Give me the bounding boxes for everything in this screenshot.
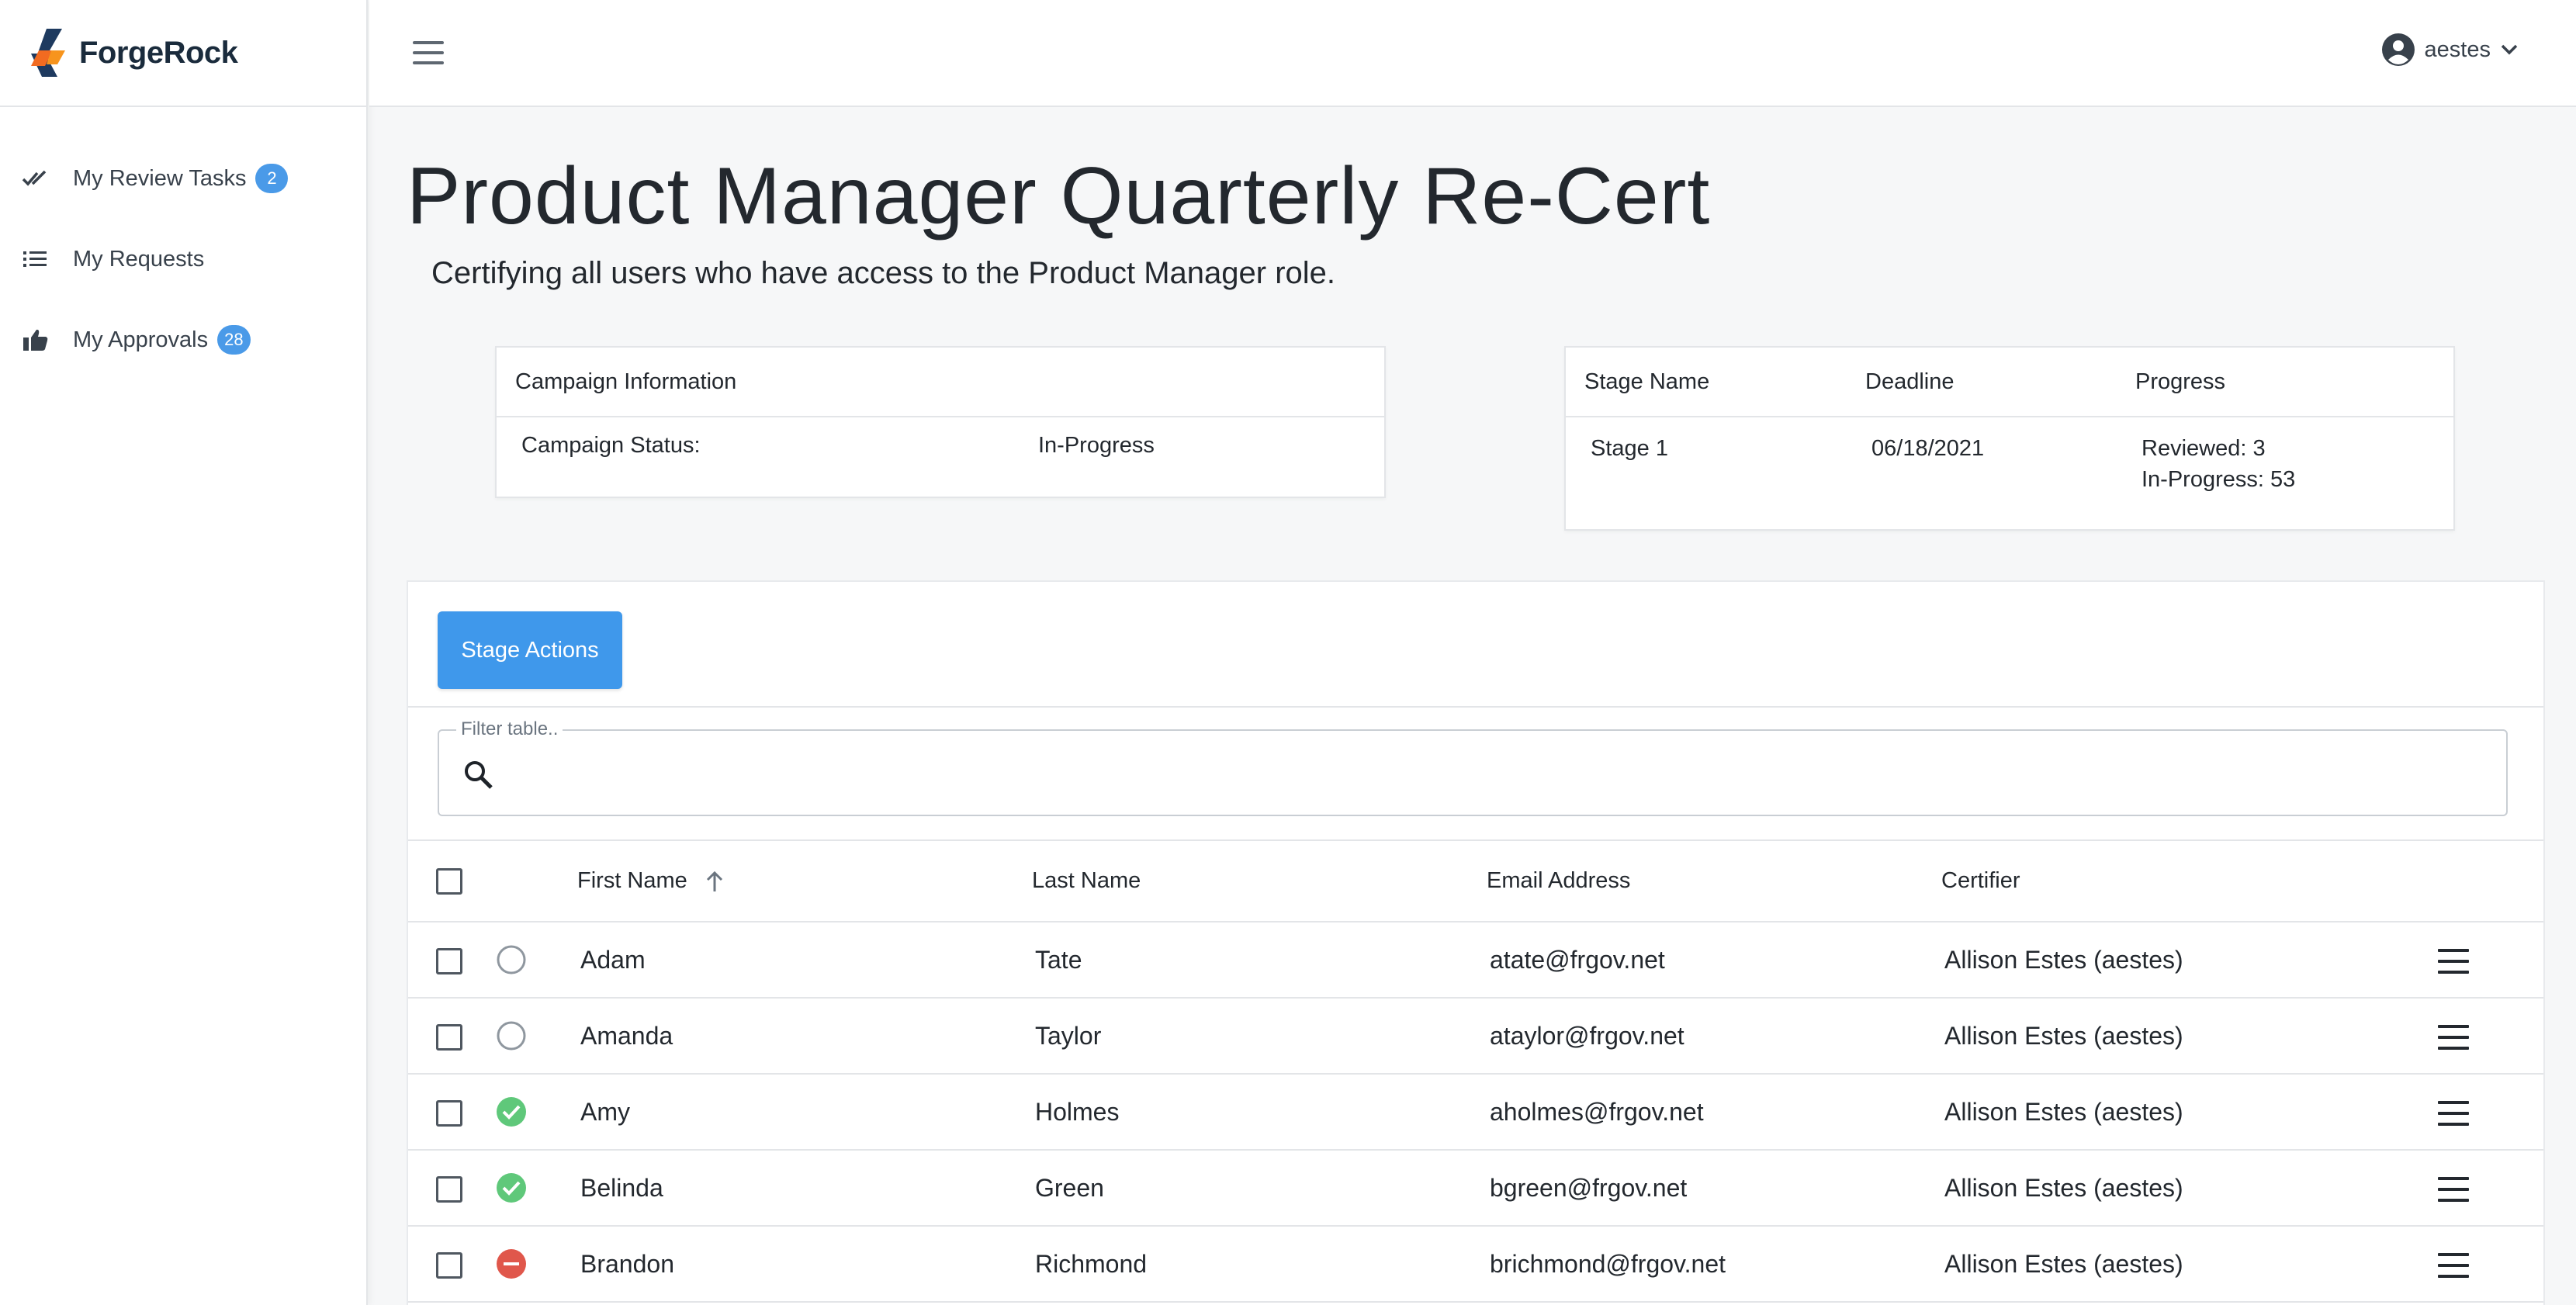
select-all-checkbox[interactable] [436, 867, 462, 895]
table-row[interactable]: Adam Tate atate@frgov.net Allison Estes … [408, 922, 2543, 999]
in-progress-count: In-Progress: 53 [2141, 467, 2296, 492]
certification-table: First Name Last Name Email Address Certi… [408, 841, 2543, 1303]
email-cell: ataylor@frgov.net [1487, 998, 1941, 1075]
last-name-cell: Holmes [1032, 1074, 1487, 1151]
stage-info-card: Stage Name Deadline Progress Stage 1 06/… [1564, 346, 2455, 531]
hamburger-menu-icon[interactable] [411, 39, 445, 67]
certifier-cell: Allison Estes (aestes) [1941, 1226, 2438, 1303]
brand[interactable]: ForgeRock [0, 0, 366, 107]
first-name-cell: Brandon [577, 1226, 1032, 1303]
sidebar-item-my-requests[interactable]: My Requests [0, 219, 366, 299]
main-content: Product Manager Quarterly Re-Cert Certif… [369, 109, 2576, 1305]
campaign-info-card: Campaign Information Campaign Status: In… [495, 346, 1386, 498]
reviewed-count: Reviewed: 3 [2141, 436, 2266, 461]
campaign-status-label: Campaign Status: [521, 433, 701, 458]
stage-name-value: Stage 1 [1591, 436, 1668, 461]
campaign-info-heading: Campaign Information [497, 348, 1384, 417]
actions-column-header [2438, 841, 2543, 922]
first-name-cell: Belinda [577, 1150, 1032, 1227]
row-actions-menu-icon[interactable] [2438, 1025, 2469, 1051]
user-menu[interactable]: aestes [2381, 33, 2520, 67]
certifier-cell: Allison Estes (aestes) [1941, 1074, 2438, 1151]
sidebar-item-my-approvals[interactable]: My Approvals 28 [0, 299, 366, 380]
row-actions-menu-icon[interactable] [2438, 1101, 2469, 1127]
sidebar-item-label: My Requests [73, 246, 205, 272]
sidebar-item-label: My Review Tasks [73, 165, 247, 191]
revoked-minus-icon [497, 1249, 526, 1279]
first-name-cell: Amanda [577, 998, 1032, 1075]
sidebar-nav: My Review Tasks 2 My Requests My Approva… [0, 107, 366, 380]
certifier-cell: Allison Estes (aestes) [1941, 1150, 2438, 1227]
filter-input[interactable] [509, 746, 2480, 801]
last-name-cell: Richmond [1032, 1226, 1487, 1303]
certifier-cell: Allison Estes (aestes) [1941, 922, 2438, 999]
list-icon [20, 244, 51, 275]
first-name-column-header[interactable]: First Name [577, 841, 1032, 922]
sidebar: ForgeRock My Review Tasks 2 My Requests … [0, 0, 368, 1305]
filter-label: Filter table.. [456, 718, 563, 740]
progress-header: Progress [2135, 369, 2226, 394]
email-cell: bgreen@frgov.net [1487, 1150, 1941, 1227]
first-name-cell: Adam [577, 922, 1032, 999]
row-checkbox[interactable] [436, 1251, 462, 1279]
table-row[interactable]: Brandon Richmond brichmond@frgov.net All… [408, 1226, 2543, 1303]
certifier-cell: Allison Estes (aestes) [1941, 998, 2438, 1075]
filter-area: Filter table.. [408, 708, 2543, 841]
page-title: Product Manager Quarterly Re-Cert [407, 151, 1711, 241]
username-label: aestes [2424, 36, 2491, 62]
pending-circle-icon [497, 1021, 526, 1051]
row-actions-menu-icon[interactable] [2438, 1253, 2469, 1279]
last-name-cell: Taylor [1032, 998, 1487, 1075]
stage-name-header: Stage Name [1584, 369, 1710, 394]
approvals-count-badge: 28 [217, 325, 251, 355]
last-name-cell: Green [1032, 1150, 1487, 1227]
brand-name: ForgeRock [79, 35, 238, 70]
certified-check-icon [497, 1097, 526, 1127]
table-row[interactable]: Amy Holmes aholmes@frgov.net Allison Est… [408, 1074, 2543, 1151]
email-cell: aholmes@frgov.net [1487, 1074, 1941, 1151]
row-actions-menu-icon[interactable] [2438, 949, 2469, 974]
stage-actions-button[interactable]: Stage Actions [438, 611, 622, 689]
thumbs-up-icon [20, 324, 51, 355]
filter-field[interactable]: Filter table.. [438, 718, 2508, 816]
search-icon [465, 761, 493, 789]
certification-table-panel: Stage Actions Filter table.. First Name [407, 580, 2545, 1305]
chevron-down-icon [2501, 44, 2518, 55]
table-header-row: First Name Last Name Email Address Certi… [408, 841, 2543, 922]
sidebar-item-label: My Approvals [73, 327, 209, 352]
email-column-header[interactable]: Email Address [1487, 841, 1941, 922]
email-cell: brichmond@frgov.net [1487, 1226, 1941, 1303]
table-toolbar: Stage Actions [408, 582, 2543, 708]
first-name-cell: Amy [577, 1074, 1032, 1151]
top-bar: aestes [369, 0, 2576, 107]
deadline-header: Deadline [1865, 369, 1955, 394]
row-checkbox[interactable] [436, 1175, 462, 1203]
pending-circle-icon [497, 945, 526, 974]
row-checkbox[interactable] [436, 947, 462, 974]
sidebar-item-my-review-tasks[interactable]: My Review Tasks 2 [0, 138, 366, 219]
forgerock-logo-icon [31, 29, 65, 77]
campaign-status-value: In-Progress [1038, 433, 1155, 458]
email-cell: atate@frgov.net [1487, 922, 1941, 999]
table-row[interactable]: Amanda Taylor ataylor@frgov.net Allison … [408, 998, 2543, 1075]
certifier-column-header[interactable]: Certifier [1941, 841, 2438, 922]
row-actions-menu-icon[interactable] [2438, 1177, 2469, 1203]
last-name-cell: Tate [1032, 922, 1487, 999]
status-column-header [495, 841, 577, 922]
progress-values: Reviewed: 3 In-Progress: 53 [2141, 433, 2295, 495]
deadline-value: 06/18/2021 [1871, 436, 1985, 461]
row-checkbox[interactable] [436, 1023, 462, 1051]
sort-ascending-icon [706, 871, 722, 892]
row-checkbox[interactable] [436, 1099, 462, 1127]
page-subtitle: Certifying all users who have access to … [431, 256, 1336, 290]
user-avatar-icon [2381, 33, 2415, 66]
table-row[interactable]: Belinda Green bgreen@frgov.net Allison E… [408, 1150, 2543, 1227]
certified-check-icon [497, 1173, 526, 1203]
last-name-column-header[interactable]: Last Name [1032, 841, 1487, 922]
double-check-icon [20, 163, 51, 194]
review-tasks-count-badge: 2 [255, 164, 289, 193]
